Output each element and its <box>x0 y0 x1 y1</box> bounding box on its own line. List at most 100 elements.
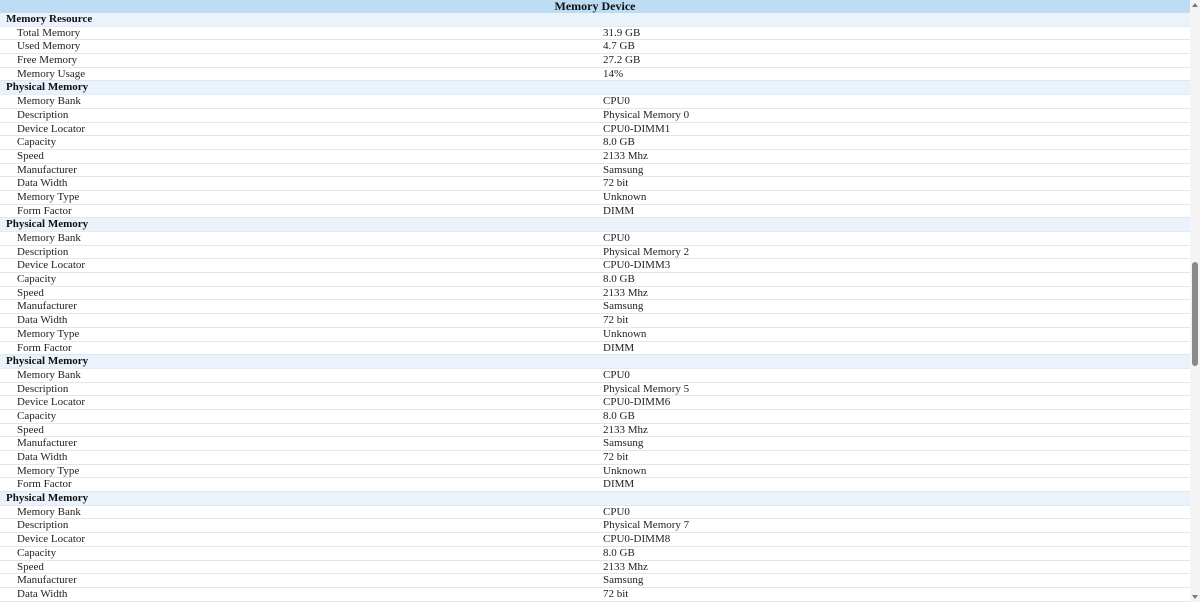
table-row: Capacity 8.0 GB <box>0 136 1190 150</box>
row-label: Manufacturer <box>17 163 77 176</box>
row-label: Speed <box>17 149 44 162</box>
table-row: Data Width 72 bit <box>0 588 1190 602</box>
row-label: Capacity <box>17 136 57 149</box>
section-heading: Memory Resource <box>0 13 1190 27</box>
table-row: Data Width 72 bit <box>0 451 1190 465</box>
table-row: Used Memory 4.7 GB <box>0 40 1190 55</box>
row-label: Free Memory <box>17 54 78 67</box>
row-label: Manufacturer <box>17 437 77 450</box>
row-value: 27.2 GB <box>603 54 641 67</box>
row-label: Speed <box>17 423 44 436</box>
table-row: Memory Usage 14% <box>0 68 1190 82</box>
table-row: Device Locator CPU0-DIMM8 <box>0 533 1190 547</box>
table-row: Memory Bank CPU0 <box>0 95 1190 109</box>
row-value: 2133 Mhz <box>603 560 648 573</box>
table-row: Manufacturer Samsung <box>0 574 1190 588</box>
table-row: Data Width 72 bit <box>0 177 1190 191</box>
scroll-up-arrow-icon[interactable] <box>1192 3 1198 7</box>
row-value: CPU0-DIMM6 <box>603 396 671 409</box>
table-row: Memory Bank CPU0 <box>0 506 1190 520</box>
table-row: Speed 2133 Mhz <box>0 424 1190 438</box>
row-label: Memory Bank <box>17 232 81 244</box>
row-value: 72 bit <box>603 314 629 327</box>
table-row: Description Physical Memory 0 <box>0 109 1190 123</box>
scrollbar-thumb[interactable] <box>1192 262 1198 366</box>
table-row: Manufacturer Samsung <box>0 437 1190 451</box>
row-label: Used Memory <box>17 40 81 53</box>
section-heading: Physical Memory <box>0 81 1190 96</box>
row-value: Samsung <box>603 163 644 176</box>
row-label: Form Factor <box>17 204 72 217</box>
vertical-scrollbar[interactable] <box>1190 0 1200 602</box>
row-label: Memory Usage <box>17 67 86 80</box>
row-value: DIMM <box>603 204 635 217</box>
row-value: Physical Memory 2 <box>603 245 690 258</box>
row-value: DIMM <box>603 478 635 491</box>
scroll-down-arrow-icon[interactable] <box>1192 595 1198 599</box>
section-heading: Physical Memory <box>0 218 1190 232</box>
row-value: 14% <box>603 67 624 80</box>
table-row: Data Width 72 bit <box>0 314 1190 328</box>
row-value: Physical Memory 0 <box>603 108 690 121</box>
row-value: CPU0-DIMM3 <box>603 259 671 272</box>
row-label: Data Width <box>17 451 68 463</box>
row-label: Device Locator <box>17 396 86 409</box>
row-label: Manufacturer <box>17 574 77 587</box>
row-value: Unknown <box>603 190 647 203</box>
row-label: Speed <box>17 286 44 299</box>
table-row: Memory Bank CPU0 <box>0 232 1190 246</box>
table-row: Description Physical Memory 2 <box>0 246 1190 260</box>
row-label: Description <box>17 519 69 532</box>
row-label: Description <box>17 108 69 121</box>
table-row: Device Locator CPU0-DIMM6 <box>0 396 1190 410</box>
row-label: Capacity <box>17 546 57 559</box>
table-row: Description Physical Memory 7 <box>0 519 1190 534</box>
row-value: 72 bit <box>603 177 629 190</box>
table-row: Form Factor DIMM <box>0 478 1190 493</box>
row-label: Memory Type <box>17 464 80 477</box>
row-value: 72 bit <box>603 451 629 463</box>
table-row: Capacity 8.0 GB <box>0 410 1190 424</box>
table-row: Device Locator CPU0-DIMM3 <box>0 259 1190 274</box>
row-value: CPU0 <box>603 505 630 518</box>
row-label: Device Locator <box>17 122 86 135</box>
row-label: Memory Type <box>17 327 80 340</box>
row-value: CPU0 <box>603 95 630 108</box>
table-row: Description Physical Memory 5 <box>0 383 1190 397</box>
table-row: Memory Type Unknown <box>0 191 1190 205</box>
row-value: CPU0 <box>603 368 630 381</box>
table-row: Form Factor DIMM <box>0 342 1190 356</box>
row-label: Speed <box>17 560 44 573</box>
row-value: 31.9 GB <box>603 26 641 39</box>
row-label: Description <box>17 245 69 258</box>
row-label: Capacity <box>17 273 57 286</box>
row-value: Samsung <box>603 437 644 450</box>
row-value: Physical Memory 7 <box>603 519 690 532</box>
table-row: Device Locator CPU0-DIMM1 <box>0 123 1190 137</box>
page-title: Memory Device <box>0 0 1190 13</box>
table-row: Memory Bank CPU0 <box>0 369 1190 383</box>
row-label: Memory Type <box>17 190 80 203</box>
section-heading: Physical Memory <box>0 355 1190 369</box>
row-label: Description <box>17 382 69 395</box>
row-label: Capacity <box>17 409 57 422</box>
row-label: Memory Bank <box>17 368 81 381</box>
table-row: Form Factor DIMM <box>0 205 1190 219</box>
row-label: Memory Bank <box>17 505 81 518</box>
row-value: CPU0 <box>603 232 630 244</box>
row-value: CPU0-DIMM8 <box>603 533 671 546</box>
row-value: Unknown <box>603 464 647 477</box>
row-label: Data Width <box>17 314 68 327</box>
row-value: 72 bit <box>603 587 629 600</box>
row-label: Data Width <box>17 177 68 190</box>
row-value: Unknown <box>603 327 647 340</box>
row-value: 8.0 GB <box>603 273 635 286</box>
row-value: 8.0 GB <box>603 409 635 422</box>
section-heading: Physical Memory <box>0 492 1190 506</box>
table-row: Speed 2133 Mhz <box>0 561 1190 575</box>
row-value: 2133 Mhz <box>603 286 648 299</box>
table-row: Capacity 8.0 GB <box>0 273 1190 287</box>
row-label: Device Locator <box>17 533 86 546</box>
row-value: Physical Memory 5 <box>603 382 690 395</box>
table-row: Memory Type Unknown <box>0 328 1190 342</box>
